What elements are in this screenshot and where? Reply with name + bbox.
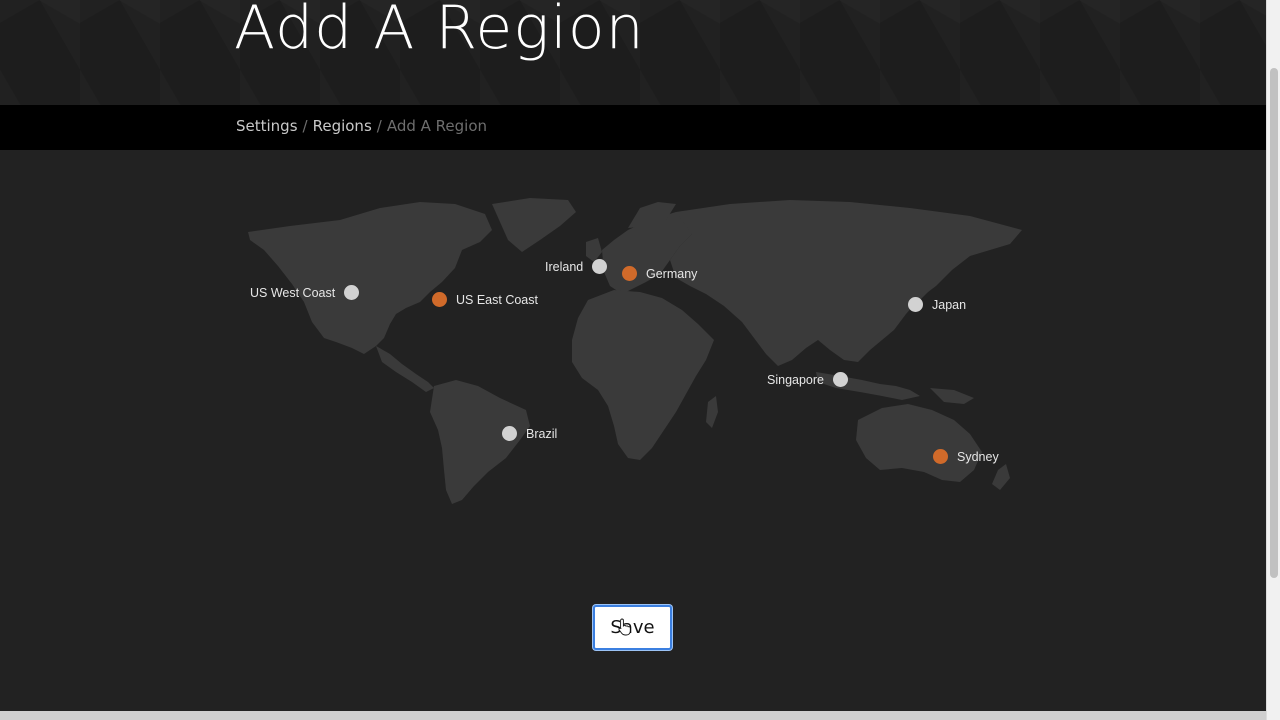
region-ireland[interactable]: Ireland <box>545 259 608 274</box>
window-bottom-edge <box>0 711 1266 720</box>
region-singapore[interactable]: Singapore <box>767 372 848 387</box>
new-zealand <box>992 464 1010 490</box>
region-marker-dot <box>344 285 360 300</box>
save-button[interactable]: Save <box>593 605 672 650</box>
world-map <box>230 190 1030 520</box>
app-root: Add A Region Settings / Regions / Add A Regi… <box>0 0 1280 720</box>
region-us-east-coast[interactable]: US East Coast <box>432 292 538 307</box>
region-label: Sydney <box>957 449 999 464</box>
region-marker-dot <box>592 259 608 274</box>
breadcrumb-current: Add A Region <box>386 117 488 135</box>
region-marker-dot-selected <box>933 449 948 464</box>
page-header: Add A Region <box>0 0 1266 105</box>
region-label: US West Coast <box>250 285 336 300</box>
region-sydney[interactable]: Sydney <box>933 449 999 464</box>
region-japan[interactable]: Japan <box>908 297 966 312</box>
madagascar <box>706 396 718 428</box>
region-marker-dot-selected <box>432 292 447 307</box>
breadcrumb-link-settings[interactable]: Settings <box>236 117 298 135</box>
region-label: Singapore <box>767 372 824 387</box>
region-germany[interactable]: Germany <box>622 266 697 281</box>
region-marker-dot-selected <box>622 266 637 281</box>
region-label: Japan <box>932 297 967 312</box>
region-us-west-coast[interactable]: US West Coast <box>250 285 360 300</box>
continent-australia <box>856 404 982 482</box>
region-marker-dot <box>908 297 923 312</box>
breadcrumb-separator: / <box>302 117 308 135</box>
new-guinea <box>930 388 974 404</box>
world-map-graphic <box>248 198 1022 504</box>
continent-north-america <box>248 202 492 354</box>
region-brazil[interactable]: Brazil <box>502 426 557 441</box>
region-label: US East Coast <box>456 292 538 307</box>
continent-africa <box>572 290 714 460</box>
region-marker-dot <box>833 372 848 387</box>
continent-asia <box>670 200 1022 366</box>
breadcrumb-link-regions[interactable]: Regions <box>313 117 372 135</box>
continent-south-america <box>430 380 530 504</box>
vertical-scrollbar[interactable] <box>1266 0 1280 720</box>
region-label: Brazil <box>526 426 558 441</box>
scrollbar-thumb[interactable] <box>1270 68 1278 578</box>
breadcrumb: Settings / Regions / Add A Region <box>236 117 487 135</box>
region-marker-dot <box>502 426 517 441</box>
central-america <box>376 346 434 392</box>
breadcrumb-separator: / <box>376 117 382 135</box>
breadcrumb-bar: Settings / Regions / Add A Region <box>0 105 1266 150</box>
greenland <box>492 198 576 252</box>
page-title: Add A Region <box>234 0 645 63</box>
region-label: Germany <box>646 266 698 281</box>
region-label: Ireland <box>545 259 584 274</box>
